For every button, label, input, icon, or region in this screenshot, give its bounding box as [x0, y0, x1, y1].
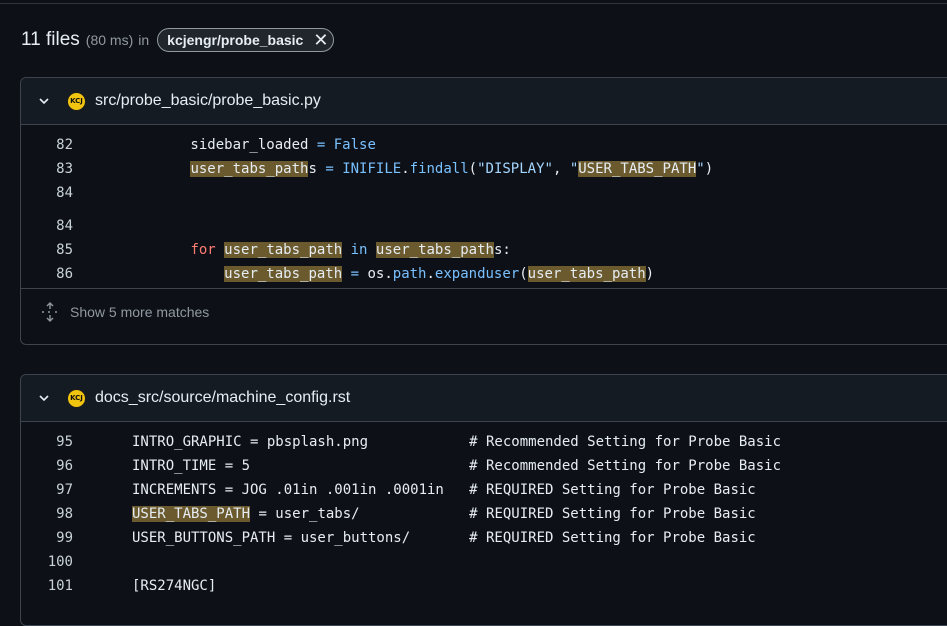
line-number[interactable]: 86 [21, 266, 73, 282]
code-line: 82 sidebar_loaded = False [21, 133, 947, 157]
code-line: 101 [RS274NGC] [21, 574, 947, 598]
code-text: user_tabs_path = os.path.expanduser(user… [224, 266, 655, 282]
code-line: 83 user_tabs_paths = INIFILE.findall("DI… [21, 157, 947, 181]
language-icon: KCJ [67, 91, 86, 111]
file-result-card: KCJ docs_src/source/machine_config.rst 9… [20, 374, 947, 626]
code-snippet: 95 INTRO_GRAPHIC = pbsplash.png # Recomm… [21, 422, 947, 598]
code-text: INTRO_TIME = 5 # Recommended Setting for… [132, 458, 782, 474]
code-text: INCREMENTS = JOG .01in .001in .0001in # … [132, 482, 756, 498]
chevron-down-icon[interactable] [38, 392, 54, 404]
code-text: [RS274NGC] [132, 578, 217, 594]
code-text: for user_tabs_path in user_tabs_paths: [190, 242, 511, 258]
line-number[interactable]: 84 [21, 218, 73, 234]
line-number[interactable]: 101 [21, 578, 73, 594]
language-icon: KCJ [67, 388, 86, 408]
repo-filter-label: kcjengr/probe_basic [167, 32, 304, 48]
code-line: 95 INTRO_GRAPHIC = pbsplash.png # Recomm… [21, 430, 947, 454]
code-text: sidebar_loaded = False [123, 137, 376, 153]
show-more-matches-button[interactable]: Show 5 more matches [21, 288, 947, 335]
file-header: KCJ src/probe_basic/probe_basic.py [21, 78, 947, 125]
show-more-label[interactable]: Show 5 more matches [70, 304, 209, 320]
close-icon[interactable]: ✕ [313, 31, 328, 49]
line-number[interactable]: 95 [21, 434, 73, 450]
line-number[interactable]: 98 [21, 506, 73, 522]
file-path-link[interactable]: docs_src/source/machine_config.rst [95, 389, 350, 407]
code-line: 84 [21, 181, 947, 205]
line-number[interactable]: 100 [21, 554, 73, 570]
code-text: USER_BUTTONS_PATH = user_buttons/ # REQU… [132, 530, 756, 546]
code-line: 85 for user_tabs_path in user_tabs_paths… [21, 238, 947, 262]
search-time: (80 ms) [85, 32, 134, 48]
expand-icon [40, 302, 60, 322]
code-line: 97 INCREMENTS = JOG .01in .001in .0001in… [21, 478, 947, 502]
line-number[interactable]: 85 [21, 242, 73, 258]
line-number[interactable]: 82 [21, 137, 73, 153]
line-number[interactable]: 96 [21, 458, 73, 474]
code-text: user_tabs_paths = INIFILE.findall("DISPL… [190, 161, 714, 177]
code-line: 100 [21, 550, 947, 574]
line-number[interactable]: 83 [21, 161, 73, 177]
code-text: INTRO_GRAPHIC = pbsplash.png # Recommend… [132, 434, 782, 450]
file-result-card: KCJ src/probe_basic/probe_basic.py 82 si… [20, 77, 947, 345]
code-text: USER_TABS_PATH = user_tabs/ # REQUIRED S… [132, 506, 756, 522]
code-line: 99 USER_BUTTONS_PATH = user_buttons/ # R… [21, 526, 947, 550]
code-line: 98 USER_TABS_PATH = user_tabs/ # REQUIRE… [21, 502, 947, 526]
code-snippet: 82 sidebar_loaded = False 83 user_tabs_p… [21, 125, 947, 286]
repo-filter-chip[interactable]: kcjengr/probe_basic ✕ [157, 28, 335, 52]
code-line: 96 INTRO_TIME = 5 # Recommended Setting … [21, 454, 947, 478]
top-divider [0, 0, 947, 4]
line-number[interactable]: 84 [21, 185, 73, 201]
results-count: 11 files [21, 29, 80, 50]
in-label: in [138, 32, 150, 48]
line-number[interactable]: 97 [21, 482, 73, 498]
code-line: 86 user_tabs_path = os.path.expanduser(u… [21, 262, 947, 286]
code-line: 84 [21, 214, 947, 238]
line-number[interactable]: 99 [21, 530, 73, 546]
file-path-link[interactable]: src/probe_basic/probe_basic.py [95, 92, 321, 110]
file-header: KCJ docs_src/source/machine_config.rst [21, 375, 947, 422]
chevron-down-icon[interactable] [38, 95, 54, 107]
results-header: 11 files (80 ms) in kcjengr/probe_basic … [21, 27, 335, 53]
